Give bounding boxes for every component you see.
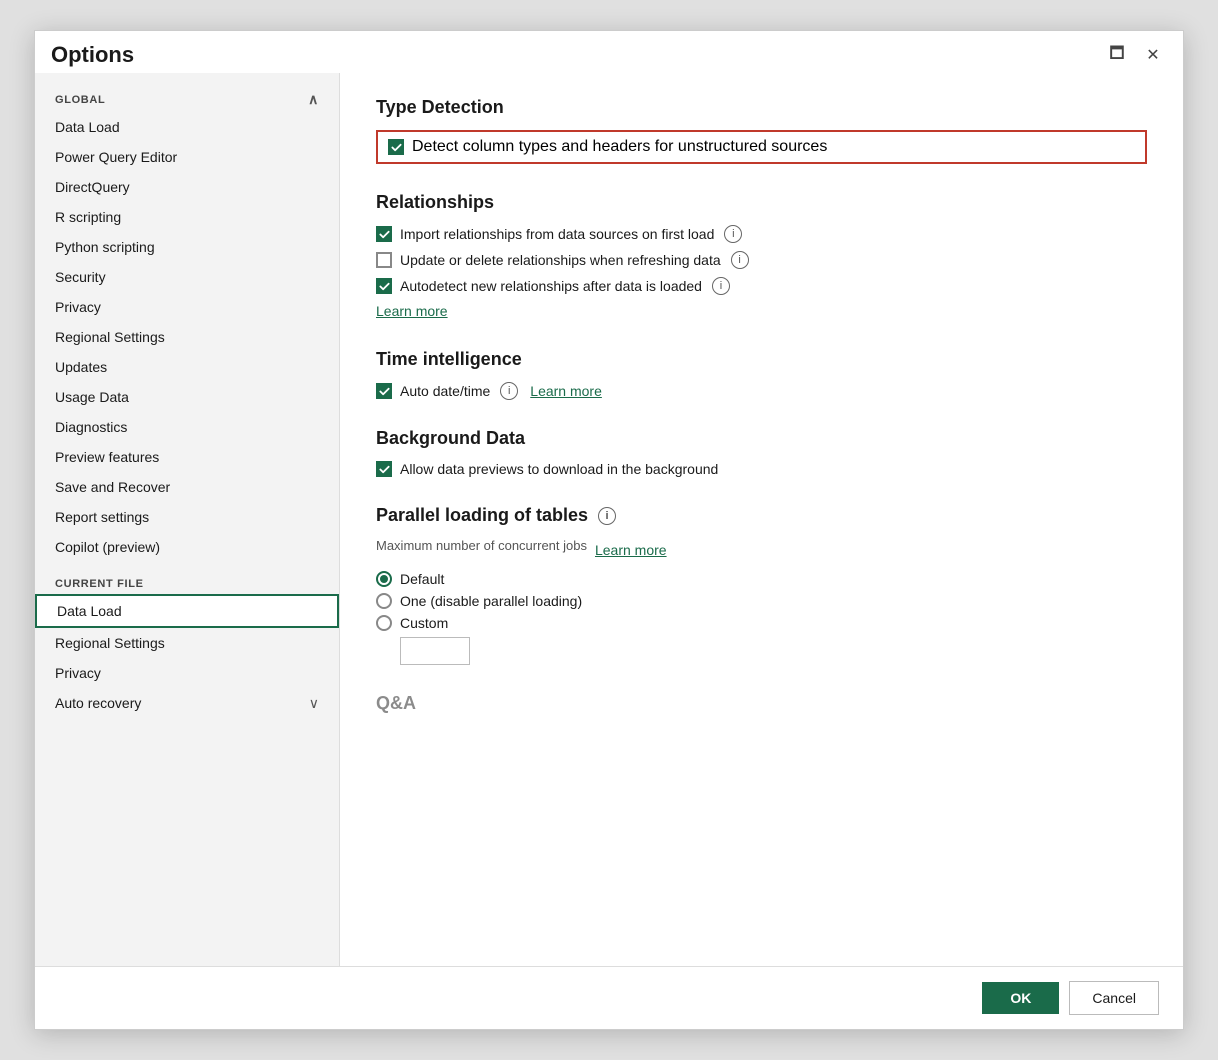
sidebar-item-power-query-editor[interactable]: Power Query Editor <box>35 142 339 172</box>
radio-default[interactable] <box>376 571 392 587</box>
maximize-button[interactable]: 🗖 <box>1103 41 1131 69</box>
relationships-row-2: Autodetect new relationships after data … <box>376 277 1147 295</box>
type-detection-highlighted-row: Detect column types and headers for unst… <box>376 130 1147 164</box>
sidebar-item-usage-data[interactable]: Usage Data <box>35 382 339 412</box>
sidebar: GLOBAL ∧ Data Load Power Query Editor Di… <box>35 73 340 966</box>
relationships-checkbox-0[interactable] <box>376 226 392 242</box>
parallel-radio-one: One (disable parallel loading) <box>376 593 1147 609</box>
custom-value-input[interactable] <box>400 637 470 665</box>
radio-custom[interactable] <box>376 615 392 631</box>
time-intelligence-label-0[interactable]: Auto date/time <box>376 383 490 399</box>
background-data-section: Background Data Allow data previews to d… <box>376 428 1147 477</box>
sidebar-item-auto-recovery[interactable]: Auto recovery ∨ <box>35 688 339 719</box>
info-icon-time-0[interactable]: i <box>500 382 518 400</box>
relationships-checkbox-2[interactable] <box>376 278 392 294</box>
info-icon-rel-2[interactable]: i <box>712 277 730 295</box>
relationships-row-0: Import relationships from data sources o… <box>376 225 1147 243</box>
detect-column-label[interactable]: Detect column types and headers for unst… <box>388 138 827 156</box>
relationships-learn-more[interactable]: Learn more <box>376 303 448 319</box>
max-concurrent-label: Maximum number of concurrent jobs <box>376 538 587 553</box>
options-dialog: Options 🗖 ✕ GLOBAL ∧ Data Load Power Que… <box>34 30 1184 1030</box>
global-section-header: GLOBAL ∧ <box>35 81 339 112</box>
sidebar-item-python-scripting[interactable]: Python scripting <box>35 232 339 262</box>
type-detection-title: Type Detection <box>376 97 1147 118</box>
sidebar-item-diagnostics[interactable]: Diagnostics <box>35 412 339 442</box>
time-intelligence-learn-more[interactable]: Learn more <box>530 383 602 399</box>
titlebar-controls: 🗖 ✕ <box>1103 41 1167 69</box>
sidebar-item-directquery[interactable]: DirectQuery <box>35 172 339 202</box>
background-data-checkbox-0[interactable] <box>376 461 392 477</box>
sidebar-item-current-data-load[interactable]: Data Load <box>35 594 339 628</box>
qa-title: Q&A <box>376 693 1147 714</box>
background-data-label-0[interactable]: Allow data previews to download in the b… <box>376 461 718 477</box>
type-detection-section: Type Detection Detect column types and h… <box>376 97 1147 164</box>
global-label: GLOBAL <box>55 94 105 106</box>
relationships-label-1[interactable]: Update or delete relationships when refr… <box>376 252 721 268</box>
parallel-loading-section: Parallel loading of tables i Maximum num… <box>376 505 1147 665</box>
sidebar-item-r-scripting[interactable]: R scripting <box>35 202 339 232</box>
qa-section: Q&A <box>376 693 1147 714</box>
time-intelligence-checkbox-0[interactable] <box>376 383 392 399</box>
parallel-radio-default: Default <box>376 571 1147 587</box>
sidebar-item-data-load[interactable]: Data Load <box>35 112 339 142</box>
dialog-body: GLOBAL ∧ Data Load Power Query Editor Di… <box>35 73 1183 966</box>
relationships-checkbox-1[interactable] <box>376 252 392 268</box>
sidebar-item-save-and-recover[interactable]: Save and Recover <box>35 472 339 502</box>
background-data-title: Background Data <box>376 428 1147 449</box>
time-intelligence-section: Time intelligence Auto date/time i Learn… <box>376 349 1147 400</box>
relationships-row-1: Update or delete relationships when refr… <box>376 251 1147 269</box>
sidebar-item-preview-features[interactable]: Preview features <box>35 442 339 472</box>
relationships-label-0[interactable]: Import relationships from data sources o… <box>376 226 714 242</box>
radio-one[interactable] <box>376 593 392 609</box>
ok-button[interactable]: OK <box>982 982 1059 1014</box>
relationships-label-2[interactable]: Autodetect new relationships after data … <box>376 278 702 294</box>
current-file-label: CURRENT FILE <box>55 578 144 590</box>
cancel-button[interactable]: Cancel <box>1069 981 1159 1015</box>
main-content: Type Detection Detect column types and h… <box>340 73 1183 966</box>
parallel-loading-title: Parallel loading of tables i <box>376 505 1147 526</box>
info-icon-rel-1[interactable]: i <box>731 251 749 269</box>
close-button[interactable]: ✕ <box>1139 41 1167 69</box>
relationships-section: Relationships Import relationships from … <box>376 192 1147 321</box>
current-file-chevron[interactable]: ∨ <box>309 695 319 712</box>
sidebar-item-copilot-preview[interactable]: Copilot (preview) <box>35 532 339 562</box>
sidebar-item-privacy[interactable]: Privacy <box>35 292 339 322</box>
info-icon-parallel[interactable]: i <box>598 507 616 525</box>
parallel-radio-custom: Custom <box>376 615 1147 631</box>
current-file-section-header: CURRENT FILE <box>35 568 339 594</box>
parallel-loading-learn-more[interactable]: Learn more <box>595 542 667 558</box>
time-intelligence-row-0: Auto date/time i Learn more <box>376 382 1147 400</box>
detect-column-checkbox[interactable] <box>388 139 404 155</box>
background-data-row-0: Allow data previews to download in the b… <box>376 461 1147 477</box>
dialog-titlebar: Options 🗖 ✕ <box>35 31 1183 73</box>
sidebar-item-regional-settings[interactable]: Regional Settings <box>35 322 339 352</box>
sidebar-item-current-privacy[interactable]: Privacy <box>35 658 339 688</box>
sidebar-item-security[interactable]: Security <box>35 262 339 292</box>
global-chevron[interactable]: ∧ <box>308 91 319 108</box>
detect-column-text: Detect column types and headers for unst… <box>412 138 827 156</box>
time-intelligence-title: Time intelligence <box>376 349 1147 370</box>
dialog-footer: OK Cancel <box>35 966 1183 1029</box>
dialog-title: Options <box>51 42 134 68</box>
relationships-title: Relationships <box>376 192 1147 213</box>
sidebar-item-report-settings[interactable]: Report settings <box>35 502 339 532</box>
sidebar-item-current-regional-settings[interactable]: Regional Settings <box>35 628 339 658</box>
info-icon-rel-0[interactable]: i <box>724 225 742 243</box>
sidebar-item-updates[interactable]: Updates <box>35 352 339 382</box>
